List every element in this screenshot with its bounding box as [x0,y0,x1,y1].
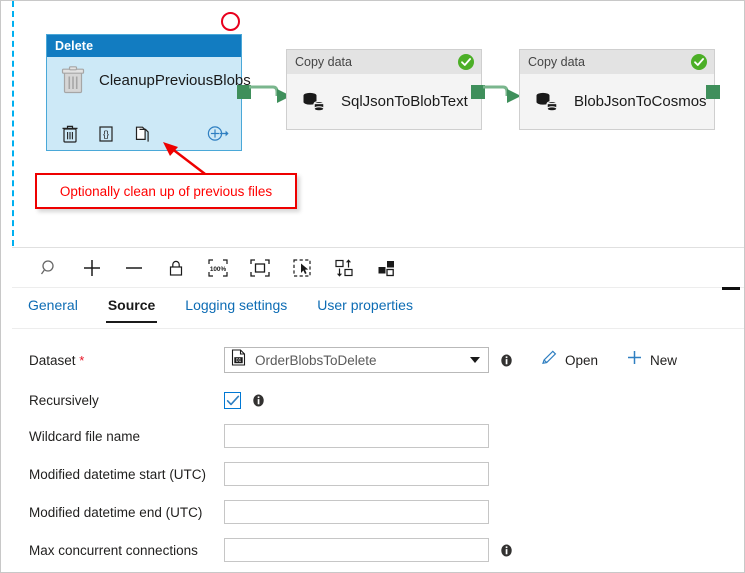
delete-icon[interactable] [61,124,79,143]
zoom-out-icon[interactable] [113,248,155,288]
output-handle-copy2[interactable] [706,85,720,99]
activity-node-copy-2[interactable]: Copy data BlobJsonToCosmos [519,49,715,130]
minimize-panel-button[interactable] [722,287,740,290]
azure-data-factory-pipeline-editor: Delete CleanupPreviousBlobs {} Copy data… [0,0,745,573]
activity-node-delete[interactable]: Delete CleanupPreviousBlobs {} [46,34,251,151]
modified-end-input[interactable] [224,500,489,524]
database-copy-icon [534,90,560,114]
activity-node-copy-1[interactable]: Copy data SqlJsonToBlobText [286,49,482,130]
form-row-dataset: Dataset * 01 OrderBlobsToDelete Open New [12,345,744,375]
svg-text:{}: {} [103,129,109,139]
modified-start-input[interactable] [224,462,489,486]
activity-node-copy-1-type-label: Copy data [295,55,352,69]
activity-node-delete-body: CleanupPreviousBlobs {} [47,57,251,150]
max-concurrent-input[interactable] [224,538,489,562]
chevron-down-icon [470,357,480,363]
code-icon[interactable]: {} [97,124,115,143]
recursively-label: Recursively [29,392,99,408]
wildcard-file-name-label: Wildcard file name [29,428,141,444]
pencil-icon [541,349,558,371]
activity-node-copy-1-body: SqlJsonToBlobText [287,74,481,129]
canvas-toolbar: 100% [12,247,744,290]
form-row-modified-end: Modified datetime end (UTC) [12,497,744,527]
trash-icon [61,66,85,94]
tab-user-properties[interactable]: User properties [315,293,415,321]
activity-node-delete-name: CleanupPreviousBlobs [99,71,251,89]
dataset-dropdown[interactable]: 01 OrderBlobsToDelete [224,347,489,373]
zoom-search-icon[interactable] [29,248,71,288]
open-dataset-button[interactable]: Open [541,349,598,371]
info-icon[interactable] [252,394,265,407]
svg-text:01: 01 [236,358,242,364]
recursively-checkbox[interactable] [224,391,241,409]
canvas-selection-edge [12,1,14,246]
activity-node-copy-1-name: SqlJsonToBlobText [341,93,468,110]
modified-end-label: Modified datetime end (UTC) [29,504,203,520]
form-row-recursively: Recursively [12,385,744,415]
form-row-modified-start: Modified datetime start (UTC) [12,459,744,489]
dataset-value: OrderBlobsToDelete [255,352,377,368]
zoom-in-icon[interactable] [71,248,113,288]
form-row-max-concurrent: Max concurrent connections [12,535,744,565]
dataset-label-text: Dataset [29,352,76,368]
layout-icon[interactable] [365,248,407,288]
zoom-to-fit-icon[interactable] [239,248,281,288]
svg-text:100%: 100% [210,266,227,273]
open-dataset-label: Open [565,352,599,368]
tab-source[interactable]: Source [105,293,158,323]
success-check-icon [458,54,474,70]
activity-node-copy-1-type: Copy data [287,50,481,74]
activity-node-copy-2-type: Copy data [520,50,714,74]
activity-node-copy-2-type-label: Copy data [528,55,585,69]
tab-general[interactable]: General [26,293,80,321]
database-copy-icon [301,90,327,114]
select-tool-icon[interactable] [281,248,323,288]
form-row-wildcard-file-name: Wildcard file name [12,421,744,451]
info-icon[interactable] [500,544,513,557]
max-concurrent-label: Max concurrent connections [29,542,198,558]
plus-icon [626,349,643,371]
annotation-callout: Optionally clean up of previous files [35,173,297,209]
activity-node-copy-2-name: BlobJsonToCosmos [574,93,707,110]
info-icon[interactable] [500,354,513,367]
annotation-circle [221,12,240,31]
dataset-label: Dataset * [12,353,224,368]
auto-align-icon[interactable] [323,248,365,288]
tab-logging-settings[interactable]: Logging settings [183,293,289,321]
annotation-callout-text: Optionally clean up of previous files [59,183,273,199]
source-settings-form: Dataset * 01 OrderBlobsToDelete Open New… [12,337,744,572]
clone-icon[interactable] [133,124,151,143]
new-dataset-button[interactable]: New [626,349,677,371]
activity-node-copy-2-body: BlobJsonToCosmos [520,74,714,129]
activity-node-delete-type: Delete [47,35,241,57]
binary-file-icon: 01 [231,349,246,371]
required-marker: * [79,352,85,368]
pipeline-canvas[interactable]: Delete CleanupPreviousBlobs {} Copy data… [1,1,744,246]
new-dataset-label: New [650,352,678,368]
lock-icon[interactable] [155,248,197,288]
properties-tabs: General Source Logging settings User pro… [12,293,744,329]
success-check-icon [691,54,707,70]
zoom-100-icon[interactable]: 100% [197,248,239,288]
wildcard-file-name-input[interactable] [224,424,489,448]
modified-start-label: Modified datetime start (UTC) [29,466,207,482]
